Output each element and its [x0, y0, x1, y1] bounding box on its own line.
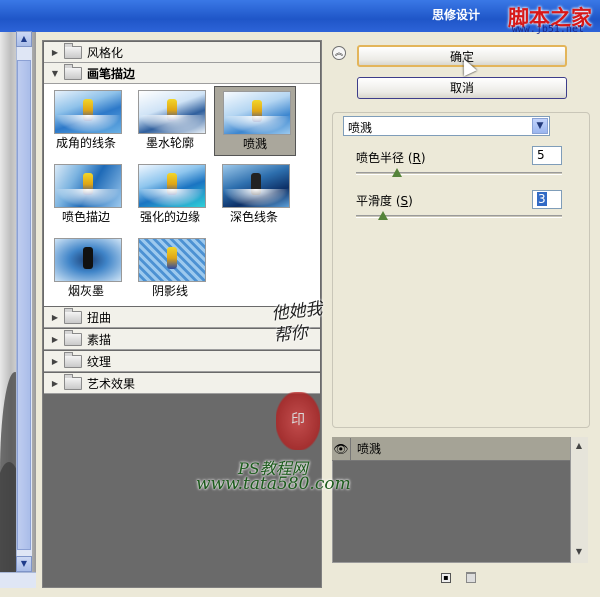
category-label: 纹理: [87, 354, 112, 369]
preview-horizontal-scrollbar[interactable]: [0, 572, 36, 588]
filter-preview-image: [54, 90, 122, 134]
filter-thumb-crosshatch[interactable]: 阴影线: [130, 234, 210, 302]
spray-radius-input[interactable]: 5: [532, 146, 562, 165]
filter-label: 深色线条: [229, 210, 278, 224]
eye-icon[interactable]: 👁: [332, 437, 351, 460]
expand-triangle-icon[interactable]: ▶: [48, 379, 62, 388]
category-label: 艺术效果: [87, 376, 136, 391]
filter-thumb-spatter[interactable]: 喷溅: [214, 86, 296, 156]
layers-scrollbar[interactable]: ▲ ▼: [570, 437, 588, 563]
cancel-button[interactable]: 取消: [357, 77, 567, 99]
filter-thumb-ink-outlines[interactable]: 墨水轮廓: [130, 86, 210, 154]
filter-label: 阴影线: [151, 284, 188, 298]
filter-thumb-sprayed-strokes[interactable]: 喷色描边: [46, 160, 126, 228]
filter-thumbnails: 成角的线条 墨水轮廓 喷溅 喷色描边 强化的边缘 深色线条 烟灰墨 阴影线: [44, 84, 320, 306]
trash-icon[interactable]: [466, 572, 476, 583]
category-label: 画笔描边: [87, 66, 136, 81]
filter-label: 烟灰墨: [67, 284, 104, 298]
spray-radius-slider-track[interactable]: [356, 172, 562, 175]
filter-preview-image: [54, 164, 122, 208]
filter-thumb-accented-edges[interactable]: 强化的边缘: [130, 160, 210, 228]
param-value: 3: [537, 192, 547, 206]
expand-triangle-icon[interactable]: ▶: [48, 335, 62, 344]
folder-icon: [64, 42, 82, 59]
smoothness-label: 平滑度 (S): [356, 194, 413, 208]
folder-icon: [64, 307, 82, 324]
chevron-down-icon[interactable]: ▼: [532, 118, 548, 134]
expand-triangle-icon[interactable]: ▶: [48, 48, 62, 57]
collapse-gallery-icon[interactable]: ︽: [332, 46, 346, 60]
filter-label: 墨水轮廓: [145, 136, 194, 150]
filter-select[interactable]: 喷溅 ▼: [343, 116, 550, 136]
scroll-up-arrow[interactable]: ▲: [571, 439, 587, 453]
preview-scroll-thumb[interactable]: [17, 60, 31, 550]
category-brush-strokes[interactable]: ▼ 画笔描边: [44, 63, 320, 84]
filter-thumb-dark-strokes[interactable]: 深色线条: [214, 160, 294, 228]
filter-label: 强化的边缘: [139, 210, 200, 224]
filter-thumb-angled-strokes[interactable]: 成角的线条: [46, 86, 126, 154]
expand-triangle-icon[interactable]: ▶: [48, 357, 62, 366]
spray-radius-label: 喷色半径 (R): [356, 151, 426, 165]
category-stylize[interactable]: ▶ 风格化: [44, 42, 320, 63]
category-label: 风格化: [87, 45, 124, 60]
filter-label: 成角的线条: [55, 136, 116, 150]
filter-label: 喷色描边: [61, 210, 110, 224]
effect-layer-label: 喷溅: [357, 442, 382, 456]
spray-radius-slider-knob[interactable]: [392, 168, 403, 178]
filter-thumb-sumi-e[interactable]: 烟灰墨: [46, 234, 126, 302]
filter-preview-image: [138, 164, 206, 208]
param-shortcut: S: [400, 194, 409, 208]
category-label: 素描: [87, 332, 112, 347]
param-label-text: 喷色半径: [356, 151, 405, 165]
folder-icon: [64, 351, 82, 368]
filter-preview-image: [222, 164, 290, 208]
filter-select-value: 喷溅: [348, 121, 373, 135]
filter-preview-image: [223, 91, 291, 135]
folder-open-icon: [64, 63, 82, 80]
smoothness-input[interactable]: 3: [532, 190, 562, 209]
watermark-brand-url: www.tata580.com: [196, 474, 351, 494]
smoothness-slider-knob[interactable]: [377, 211, 388, 221]
folder-icon: [64, 373, 82, 390]
param-value: 5: [537, 148, 545, 162]
effect-layer-row[interactable]: 👁 喷溅: [332, 437, 570, 461]
scroll-up-arrow[interactable]: ▲: [16, 31, 32, 47]
watermark-site-url: www.jb51.net: [511, 24, 584, 35]
filter-preview-image: [138, 90, 206, 134]
category-label: 扭曲: [87, 310, 112, 325]
scroll-down-arrow[interactable]: ▼: [16, 556, 32, 572]
param-label-text: 平滑度: [356, 194, 393, 208]
collapse-triangle-icon[interactable]: ▼: [48, 69, 62, 78]
scroll-down-arrow[interactable]: ▼: [571, 545, 587, 559]
param-shortcut: R: [412, 151, 421, 165]
expand-triangle-icon[interactable]: ▶: [48, 313, 62, 322]
filter-preview-image: [138, 238, 206, 282]
folder-icon: [64, 329, 82, 346]
window-title: 思修设计: [431, 8, 480, 22]
filter-label: 喷溅: [242, 137, 267, 151]
new-effect-layer-icon[interactable]: ▪: [441, 573, 451, 583]
filter-preview-image: [54, 238, 122, 282]
watermark-seal: 印: [276, 392, 320, 450]
